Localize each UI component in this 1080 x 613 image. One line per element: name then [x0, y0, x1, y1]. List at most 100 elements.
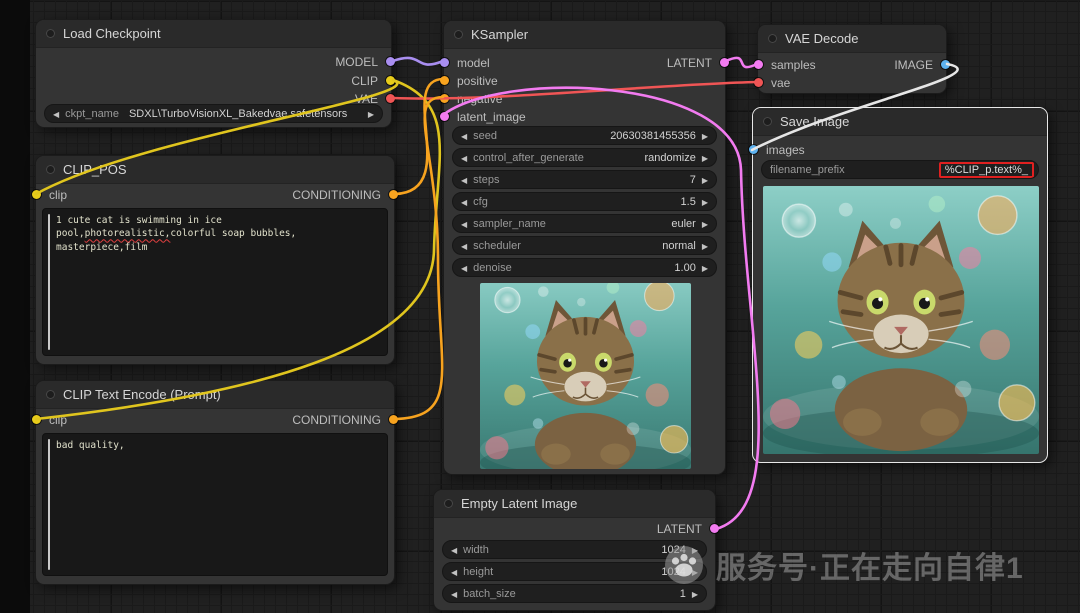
- clip-input-dot[interactable]: [32, 415, 41, 424]
- ckpt-name-widget[interactable]: ckpt_name SDXL\TurboVisionXL_Bakedvae.sa…: [44, 104, 383, 123]
- collapse-dot-icon[interactable]: [763, 117, 772, 126]
- node-header[interactable]: Empty Latent Image: [434, 490, 715, 518]
- positive-prompt-textarea[interactable]: 1 cute cat is swimming in ice pool,photo…: [42, 208, 388, 356]
- widget-label: seed: [473, 129, 498, 142]
- width-widget[interactable]: width 1024: [442, 540, 707, 559]
- increment-arrow-icon[interactable]: [692, 588, 698, 600]
- node-ksampler[interactable]: KSampler model LATENT positive negative …: [440, 20, 729, 475]
- increment-arrow-icon[interactable]: [702, 218, 708, 230]
- negative-prompt-textarea[interactable]: bad quality,: [42, 433, 388, 576]
- conditioning-output-dot[interactable]: [389, 415, 398, 424]
- output-slot-conditioning: CONDITIONING: [292, 186, 398, 204]
- decrement-arrow-icon[interactable]: [461, 152, 467, 164]
- slot-label: model: [457, 56, 490, 70]
- denoise-widget[interactable]: denoise 1.00: [452, 258, 717, 277]
- slot-label: latent_image: [457, 110, 526, 124]
- slot-label: CLIP: [351, 74, 378, 88]
- increment-arrow-icon[interactable]: [702, 152, 708, 164]
- control-after-generate-widget[interactable]: control_after_generate randomize: [452, 148, 717, 167]
- clip-input-dot[interactable]: [32, 190, 41, 199]
- increment-arrow-icon[interactable]: [692, 566, 698, 578]
- batch-size-widget[interactable]: batch_size 1: [442, 584, 707, 603]
- decrement-arrow-icon[interactable]: [461, 174, 467, 186]
- height-widget[interactable]: height 1024: [442, 562, 707, 581]
- node-header[interactable]: CLIP_POS: [36, 156, 394, 184]
- filename-prefix-widget[interactable]: filename_prefix %CLIP_p.text%_: [761, 160, 1039, 179]
- widget-value: 7: [689, 173, 696, 186]
- sampler-name-widget[interactable]: sampler_name euler: [452, 214, 717, 233]
- node-clip-pos[interactable]: CLIP_POS clip CONDITIONING 1 cute cat is…: [32, 155, 398, 365]
- input-slot-vae: vae: [754, 74, 790, 92]
- vae-output-dot[interactable]: [386, 94, 395, 103]
- node-header[interactable]: CLIP Text Encode (Prompt): [36, 381, 394, 409]
- node-header[interactable]: VAE Decode: [758, 25, 946, 53]
- clip-output-dot[interactable]: [386, 76, 395, 85]
- prompt-text: bad quality,: [56, 440, 125, 451]
- node-title: CLIP Text Encode (Prompt): [63, 387, 221, 402]
- widget-value: randomize: [644, 151, 696, 164]
- output-slot-clip: CLIP: [351, 72, 395, 90]
- node-title: KSampler: [471, 27, 529, 42]
- node-clip-text-encode-negative[interactable]: CLIP Text Encode (Prompt) clip CONDITION…: [32, 380, 398, 585]
- images-input-dot[interactable]: [749, 145, 758, 154]
- negative-input-dot[interactable]: [440, 94, 449, 103]
- cfg-widget[interactable]: cfg 1.5: [452, 192, 717, 211]
- model-input-dot[interactable]: [440, 58, 449, 67]
- latent-image-input-dot[interactable]: [440, 112, 449, 121]
- wire-model: [391, 56, 445, 66]
- node-vae-decode[interactable]: VAE Decode samples IMAGE vae: [754, 24, 950, 94]
- node-save-image[interactable]: Save Image images filename_prefix %CLIP_…: [749, 107, 1048, 463]
- scheduler-widget[interactable]: scheduler normal: [452, 236, 717, 255]
- widget-label: width: [463, 543, 489, 556]
- positive-input-dot[interactable]: [440, 76, 449, 85]
- collapse-dot-icon[interactable]: [46, 29, 55, 38]
- seed-widget[interactable]: seed 20630381455356: [452, 126, 717, 145]
- conditioning-output-dot[interactable]: [389, 190, 398, 199]
- samples-input-dot[interactable]: [754, 60, 763, 69]
- node-header[interactable]: KSampler: [444, 21, 725, 49]
- increment-arrow-icon[interactable]: [702, 130, 708, 142]
- node-header[interactable]: Save Image: [753, 108, 1047, 136]
- widget-value: euler: [671, 217, 696, 230]
- decrement-arrow-icon[interactable]: [461, 240, 467, 252]
- node-empty-latent-image[interactable]: Empty Latent Image LATENT width 1024 hei…: [433, 489, 719, 611]
- increment-arrow-icon[interactable]: [702, 174, 708, 186]
- decrement-arrow-icon[interactable]: [461, 130, 467, 142]
- collapse-dot-icon[interactable]: [444, 499, 453, 508]
- decrement-arrow-icon[interactable]: [451, 544, 457, 556]
- increment-arrow-icon[interactable]: [702, 196, 708, 208]
- node-title: Empty Latent Image: [461, 496, 578, 511]
- latent-output-dot[interactable]: [720, 58, 729, 67]
- node-header[interactable]: Load Checkpoint: [36, 20, 391, 48]
- node-graph-canvas[interactable]: Load Checkpoint MODEL CLIP VAE ckpt_name…: [0, 0, 1080, 613]
- next-value-arrow-icon[interactable]: [368, 108, 374, 120]
- output-slot-latent: LATENT: [657, 520, 719, 538]
- increment-arrow-icon[interactable]: [692, 544, 698, 556]
- slot-label: images: [766, 143, 805, 157]
- decrement-arrow-icon[interactable]: [451, 588, 457, 600]
- decrement-arrow-icon[interactable]: [451, 566, 457, 578]
- model-output-dot[interactable]: [386, 57, 395, 66]
- increment-arrow-icon[interactable]: [702, 262, 708, 274]
- decrement-arrow-icon[interactable]: [461, 218, 467, 230]
- latent-output-dot[interactable]: [710, 524, 719, 533]
- slot-label: positive: [457, 74, 498, 88]
- increment-arrow-icon[interactable]: [702, 240, 708, 252]
- decrement-arrow-icon[interactable]: [461, 196, 467, 208]
- slot-label: negative: [457, 92, 503, 106]
- collapse-dot-icon[interactable]: [454, 30, 463, 39]
- vae-input-dot[interactable]: [754, 78, 763, 87]
- steps-widget[interactable]: steps 7: [452, 170, 717, 189]
- widget-label: sampler_name: [473, 217, 546, 230]
- slot-label: clip: [49, 413, 68, 427]
- collapse-dot-icon[interactable]: [46, 165, 55, 174]
- prev-value-arrow-icon[interactable]: [53, 108, 59, 120]
- input-slot-clip: clip: [32, 186, 67, 204]
- collapse-dot-icon[interactable]: [768, 34, 777, 43]
- node-load-checkpoint[interactable]: Load Checkpoint MODEL CLIP VAE ckpt_name…: [35, 19, 395, 128]
- image-output-dot[interactable]: [941, 60, 950, 69]
- collapse-dot-icon[interactable]: [46, 390, 55, 399]
- widget-label: filename_prefix: [770, 163, 845, 176]
- decrement-arrow-icon[interactable]: [461, 262, 467, 274]
- widget-label: cfg: [473, 195, 488, 208]
